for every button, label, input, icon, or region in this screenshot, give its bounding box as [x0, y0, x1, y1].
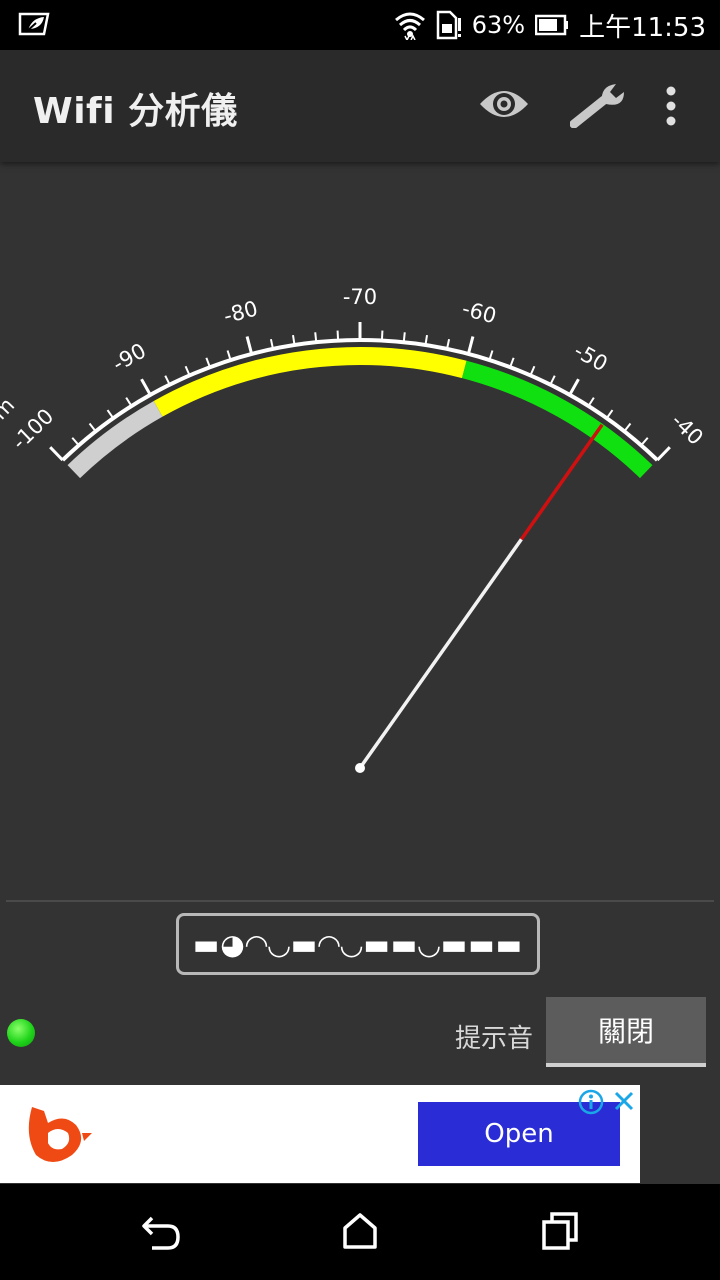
sim-alert-icon	[436, 10, 461, 40]
gauge-zone-1	[153, 347, 467, 417]
gauge-minor-tick	[336, 330, 340, 341]
battery-percent: 63%	[471, 11, 526, 39]
beep-label: 提示音	[455, 1024, 534, 1054]
gauge-minor-tick	[605, 409, 614, 419]
gauge-minor-tick	[314, 332, 318, 343]
battery-icon	[535, 14, 569, 36]
gauge-major-tick	[245, 336, 254, 355]
app-bar: Wifi 分析儀	[0, 50, 720, 162]
ad-info-icon[interactable]	[578, 1089, 604, 1119]
gauge-major-tick	[140, 378, 152, 396]
gauge-minor-tick	[71, 437, 80, 446]
back-icon[interactable]	[140, 1212, 182, 1256]
ad-close-icon[interactable]	[612, 1089, 636, 1117]
ssid-name: ▬◕◠◡▬◠◡▬▬◡▬▬▬	[192, 927, 524, 961]
gauge-minor-tick	[184, 365, 191, 376]
gauge-minor-tick	[640, 437, 649, 446]
gauge-tick-label: -80	[221, 296, 260, 328]
gauge-needle-tip	[519, 423, 604, 541]
nav-bar	[0, 1184, 720, 1280]
recent-apps-icon[interactable]	[542, 1212, 578, 1254]
gauge-minor-tick	[106, 409, 115, 419]
connection-indicator	[7, 1019, 35, 1047]
signal-gauge: -100 -90 -80 -70 -60 -50 -40 dBm	[0, 162, 720, 902]
leaf-notification-icon	[18, 10, 52, 42]
gauge-minor-tick	[402, 332, 406, 343]
ssid-selector[interactable]: ▬◕◠◡▬◠◡▬▬◡▬▬▬	[176, 913, 540, 975]
gauge-tick-label: -40	[667, 409, 708, 450]
gauge-minor-tick	[88, 422, 97, 432]
gauge-minor-tick	[380, 330, 384, 341]
gauge-minor-tick	[549, 375, 556, 386]
gauge-minor-tick	[125, 397, 133, 407]
eye-icon[interactable]	[478, 84, 530, 128]
gauge-major-tick	[568, 378, 580, 396]
divider	[6, 900, 714, 902]
gauge-major-tick	[656, 446, 671, 462]
home-icon[interactable]	[342, 1212, 378, 1254]
beep-toggle-button[interactable]: 關閉	[546, 997, 706, 1067]
gauge-minor-tick	[587, 397, 595, 407]
status-bar: 63% 上午11:53	[0, 0, 720, 50]
gauge-svg: -100-90-80 -70 -60-50-40dBm	[0, 285, 708, 773]
gauge-minor-tick	[623, 422, 632, 432]
wifi-signal-icon	[394, 12, 425, 40]
gauge-tick-label: -60	[460, 296, 499, 328]
gauge-minor-tick	[164, 375, 171, 386]
clock: 上午11:53	[579, 12, 706, 43]
overflow-menu-icon[interactable]	[664, 86, 678, 130]
wrench-icon[interactable]	[569, 80, 630, 132]
gauge-minor-tick	[529, 365, 536, 376]
gauge-tick-label: -90	[108, 339, 150, 377]
status-right: 63% 上午11:53	[394, 0, 706, 50]
gauge-tick-label: -50	[570, 339, 612, 377]
gauge-major-tick	[49, 446, 64, 462]
gauge-major-tick	[466, 336, 475, 355]
gauge-tick-label: -70	[343, 285, 377, 309]
gauge-zone-2	[462, 360, 653, 479]
gauge-needle	[358, 538, 523, 770]
ad-banner[interactable]: Open	[0, 1085, 640, 1183]
ad-logo-icon	[22, 1103, 92, 1169]
app-title: Wifi 分析儀	[33, 91, 238, 132]
gauge-pivot	[355, 763, 365, 773]
